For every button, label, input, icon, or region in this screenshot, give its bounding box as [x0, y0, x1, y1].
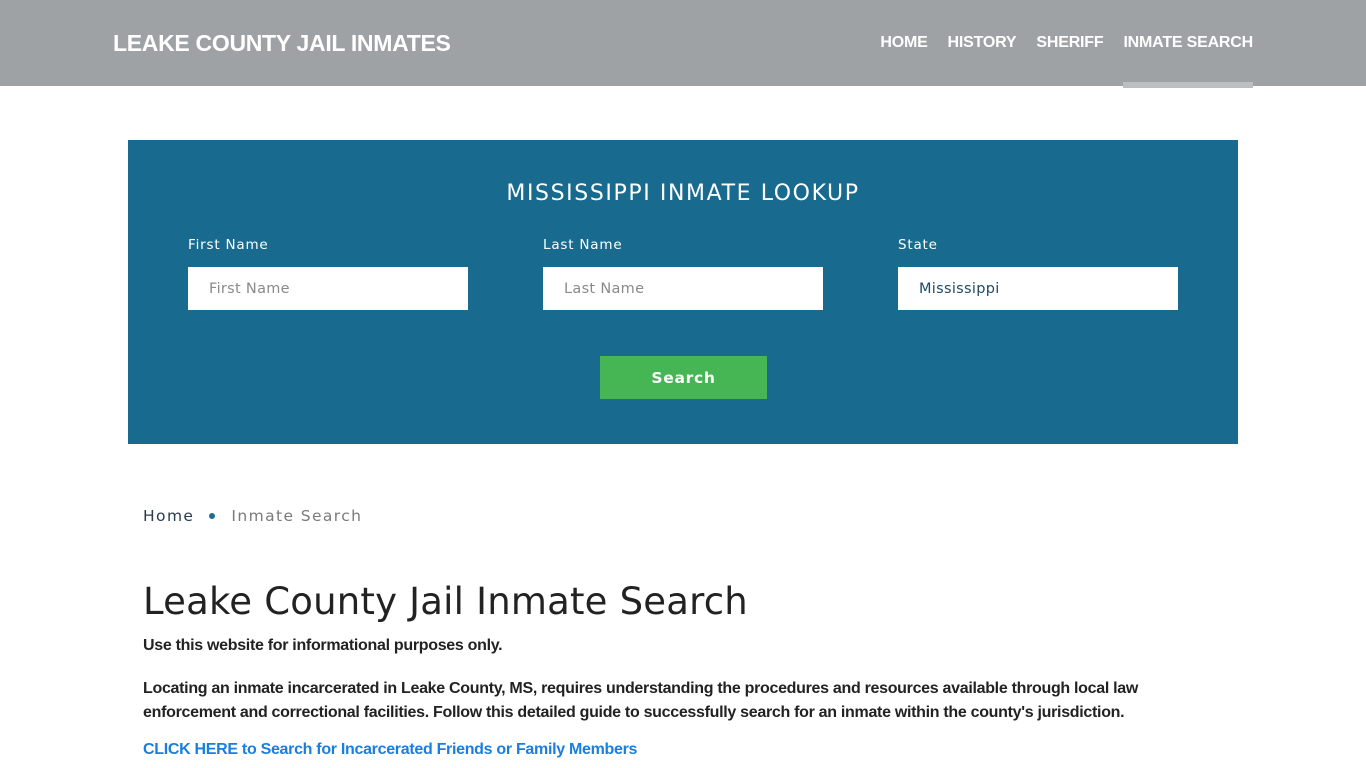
first-name-group: First Name	[188, 237, 468, 310]
page-title: Leake County Jail Inmate Search	[143, 580, 748, 623]
breadcrumb-current: Inmate Search	[231, 507, 363, 525]
nav-sheriff[interactable]: SHERIFF	[1036, 34, 1103, 54]
breadcrumb-home[interactable]: Home	[143, 507, 194, 525]
breadcrumb: Home Inmate Search	[143, 507, 362, 525]
last-name-input[interactable]	[543, 267, 823, 310]
site-logo[interactable]: LEAKE COUNTY JAIL INMATES	[113, 30, 451, 57]
last-name-label: Last Name	[543, 237, 623, 253]
state-group: State	[898, 237, 1178, 310]
search-friends-family-link[interactable]: CLICK HERE to Search for Incarcerated Fr…	[143, 741, 637, 759]
nav-history[interactable]: HISTORY	[948, 34, 1017, 54]
main-nav: HOME HISTORY SHERIFF INMATE SEARCH	[860, 34, 1253, 88]
lookup-title: MISSISSIPPI INMATE LOOKUP	[506, 181, 860, 206]
disclaimer-text: Use this website for informational purpo…	[143, 637, 503, 654]
last-name-group: Last Name	[543, 237, 823, 310]
site-header: LEAKE COUNTY JAIL INMATES HOME HISTORY S…	[0, 0, 1366, 88]
inmate-lookup-panel: MISSISSIPPI INMATE LOOKUP First Name Las…	[128, 140, 1238, 444]
nav-inmate-search[interactable]: INMATE SEARCH	[1123, 34, 1253, 88]
breadcrumb-separator-icon	[209, 513, 216, 519]
state-input[interactable]	[898, 267, 1178, 310]
nav-home[interactable]: HOME	[880, 34, 927, 54]
search-button[interactable]: Search	[600, 356, 767, 399]
first-name-input[interactable]	[188, 267, 468, 310]
intro-paragraph: Locating an inmate incarcerated in Leake…	[143, 680, 1139, 721]
state-label: State	[898, 237, 938, 253]
first-name-label: First Name	[188, 237, 269, 253]
